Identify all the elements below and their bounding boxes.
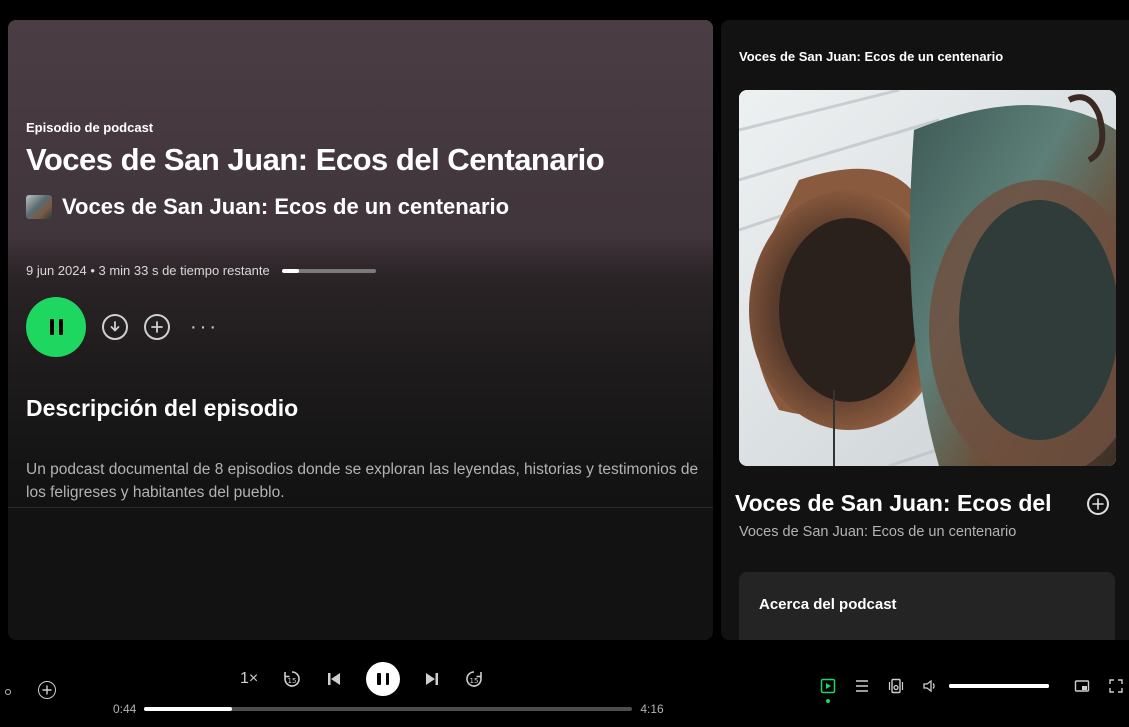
play-pause-button[interactable] <box>26 297 86 357</box>
episode-description: Un podcast documental de 8 episodios don… <box>26 461 699 501</box>
svg-text:15: 15 <box>470 677 479 685</box>
player-bar: 1× 15 15 0:44 4:16 <box>0 640 1129 727</box>
download-icon[interactable] <box>102 314 128 340</box>
playback-progress-fill <box>144 707 233 711</box>
episode-meta: 9 jun 2024 • 3 min 33 s de tiempo restan… <box>26 263 376 278</box>
previous-icon[interactable] <box>326 671 342 687</box>
playback-timeline: 0:44 4:16 <box>113 702 664 716</box>
volume-icon[interactable] <box>921 677 939 695</box>
skip-forward-15-icon[interactable]: 15 <box>464 669 484 689</box>
playback-speed-button[interactable]: 1× <box>240 670 258 688</box>
skip-back-15-icon[interactable]: 15 <box>282 669 302 689</box>
pause-icon <box>49 319 63 335</box>
episode-meta-text: 9 jun 2024 • 3 min 33 s de tiempo restan… <box>26 263 270 278</box>
total-time: 4:16 <box>640 702 664 716</box>
show-name[interactable]: Voces de San Juan: Ecos de un centenario <box>62 194 509 220</box>
queue-icon[interactable] <box>853 677 871 695</box>
about-podcast-title: Acerca del podcast <box>759 596 897 613</box>
episode-kicker: Episodio de podcast <box>26 120 154 135</box>
fullscreen-icon[interactable] <box>1107 677 1125 695</box>
show-link[interactable]: Voces de San Juan: Ecos de un centenario <box>26 194 509 220</box>
episode-progress-bar <box>281 268 376 273</box>
mini-player-icon[interactable] <box>1073 677 1091 695</box>
elapsed-time: 0:44 <box>113 702 137 716</box>
extra-controls <box>819 677 1125 703</box>
now-playing-view-icon[interactable] <box>819 677 837 703</box>
episode-panel: Episodio de podcast Voces de San Juan: E… <box>8 20 713 640</box>
volume-fill <box>949 684 1049 688</box>
sidebar-show-name[interactable]: Voces de San Juan: Ecos de un centenario <box>739 524 1016 540</box>
connect-icon[interactable] <box>5 689 11 695</box>
player-add-icon[interactable] <box>38 681 56 699</box>
player-pause-icon <box>377 673 390 685</box>
episode-actions: ··· <box>26 297 219 357</box>
main-play-pause-button[interactable] <box>366 662 401 696</box>
connect-device-icon[interactable] <box>887 677 905 695</box>
episode-title: Voces de San Juan: Ecos del Centanario <box>26 142 605 177</box>
add-icon[interactable] <box>144 314 170 340</box>
sidebar-title-row: Voces de San Juan: Ecos del Centanario <box>735 490 1125 517</box>
show-thumbnail <box>26 195 52 219</box>
svg-text:15: 15 <box>288 677 297 685</box>
description-heading: Descripción del episodio <box>26 395 299 421</box>
next-icon[interactable] <box>424 671 440 687</box>
sidebar-episode-title[interactable]: Voces de San Juan: Ecos del Centanario <box>735 490 1053 517</box>
more-options-icon[interactable]: ··· <box>190 316 219 339</box>
sidebar-header[interactable]: Voces de San Juan: Ecos de un centenario <box>739 49 1003 64</box>
volume-slider[interactable] <box>949 684 1049 688</box>
playback-progress-bar[interactable] <box>144 707 633 711</box>
sidebar-add-icon[interactable] <box>1087 492 1109 515</box>
episode-progress-fill <box>281 268 299 273</box>
cover-art <box>739 90 1116 466</box>
divider <box>8 507 713 508</box>
now-playing-sidebar: Voces de San Juan: Ecos de un centenario <box>721 20 1129 640</box>
playback-controls: 1× 15 15 <box>240 662 484 696</box>
about-podcast-card: Acerca del podcast <box>739 572 1115 640</box>
